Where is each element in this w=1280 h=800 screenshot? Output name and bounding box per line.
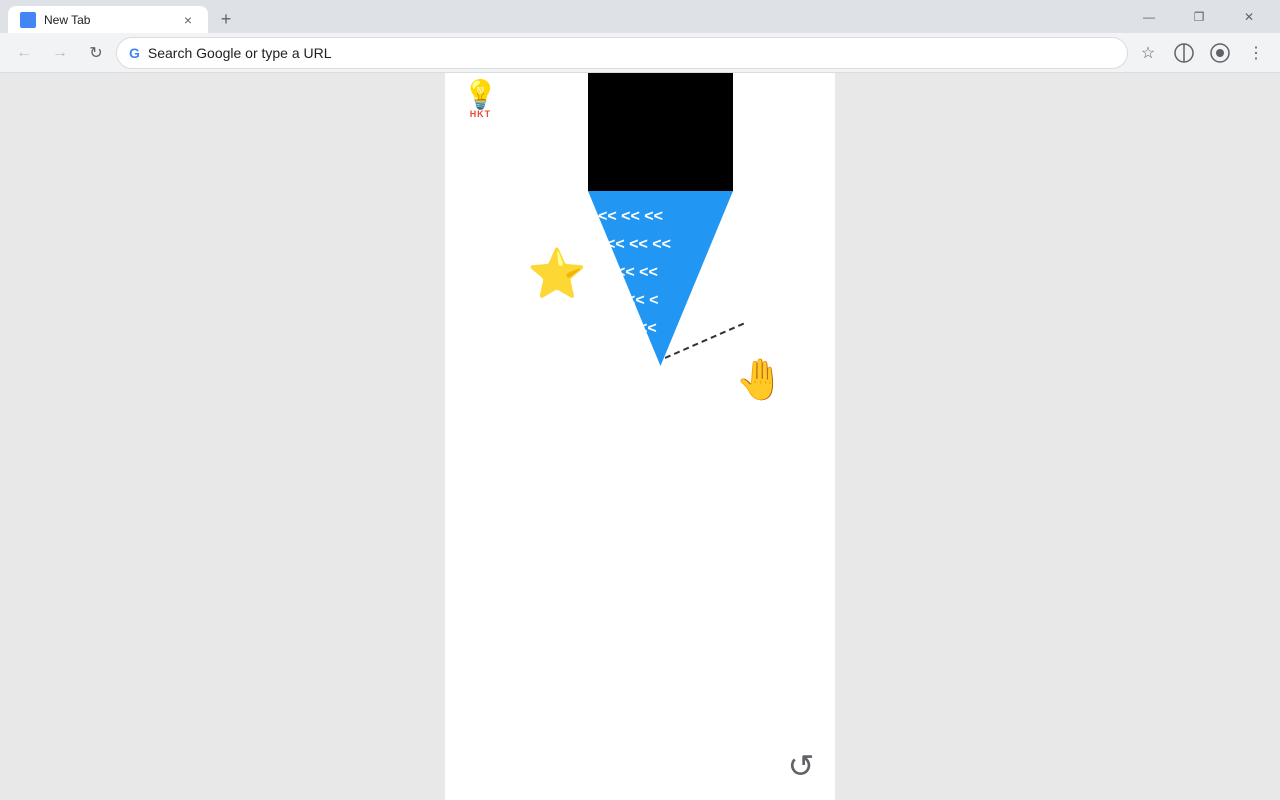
black-rectangle: [588, 73, 733, 191]
google-logo: G: [129, 45, 140, 61]
svg-text:<< << <<: << << <<: [606, 236, 671, 253]
address-bar[interactable]: G Search Google or type a URL: [116, 37, 1128, 69]
hkt-logo: 💡 HKT: [463, 81, 498, 119]
toolbar: ← → ↻ G Search Google or type a URL ☆ ⋮: [0, 33, 1280, 73]
tab-close-button[interactable]: ×: [180, 12, 196, 28]
tab-favicon: G: [20, 12, 36, 28]
svg-text:<< <<: << <<: [616, 264, 658, 281]
title-bar: G New Tab × + — ❐ ✕: [0, 0, 1280, 33]
dashed-line-container: 🤚: [665, 313, 785, 393]
active-tab[interactable]: G New Tab ×: [8, 6, 208, 33]
back-button[interactable]: ←: [8, 37, 40, 69]
svg-text:🤚: 🤚: [735, 356, 785, 402]
profile-icon[interactable]: [1168, 37, 1200, 69]
svg-text:G: G: [21, 14, 30, 27]
window-controls: — ❐ ✕: [1126, 0, 1272, 33]
hkt-bulb-icon: 💡: [463, 81, 498, 109]
hkt-label: HKT: [470, 109, 492, 119]
undo-refresh-button[interactable]: ↺: [783, 748, 819, 784]
page-canvas: 💡 HKT << << << << << << << << << < <<: [445, 73, 835, 800]
close-button[interactable]: ✕: [1226, 0, 1272, 33]
address-text: Search Google or type a URL: [148, 45, 1115, 61]
forward-button[interactable]: →: [44, 37, 76, 69]
extensions-icon[interactable]: [1204, 37, 1236, 69]
menu-icon[interactable]: ⋮: [1240, 37, 1272, 69]
svg-text:<<: <<: [638, 320, 657, 337]
star-emoji: ⭐: [527, 251, 587, 299]
svg-text:<< << <<: << << <<: [598, 208, 663, 225]
new-tab-button[interactable]: +: [212, 5, 240, 33]
content-area: 💡 HKT << << << << << << << << << < <<: [0, 73, 1280, 800]
tab-title: New Tab: [44, 13, 90, 27]
tab-strip: G New Tab × +: [8, 0, 240, 33]
refresh-button[interactable]: ↻: [80, 37, 112, 69]
toolbar-icons: ☆ ⋮: [1132, 37, 1272, 69]
minimize-button[interactable]: —: [1126, 0, 1172, 33]
bookmark-icon[interactable]: ☆: [1132, 37, 1164, 69]
maximize-button[interactable]: ❐: [1176, 0, 1222, 33]
svg-text:<< <: << <: [626, 292, 658, 309]
refresh-icon: ↺: [788, 747, 815, 785]
